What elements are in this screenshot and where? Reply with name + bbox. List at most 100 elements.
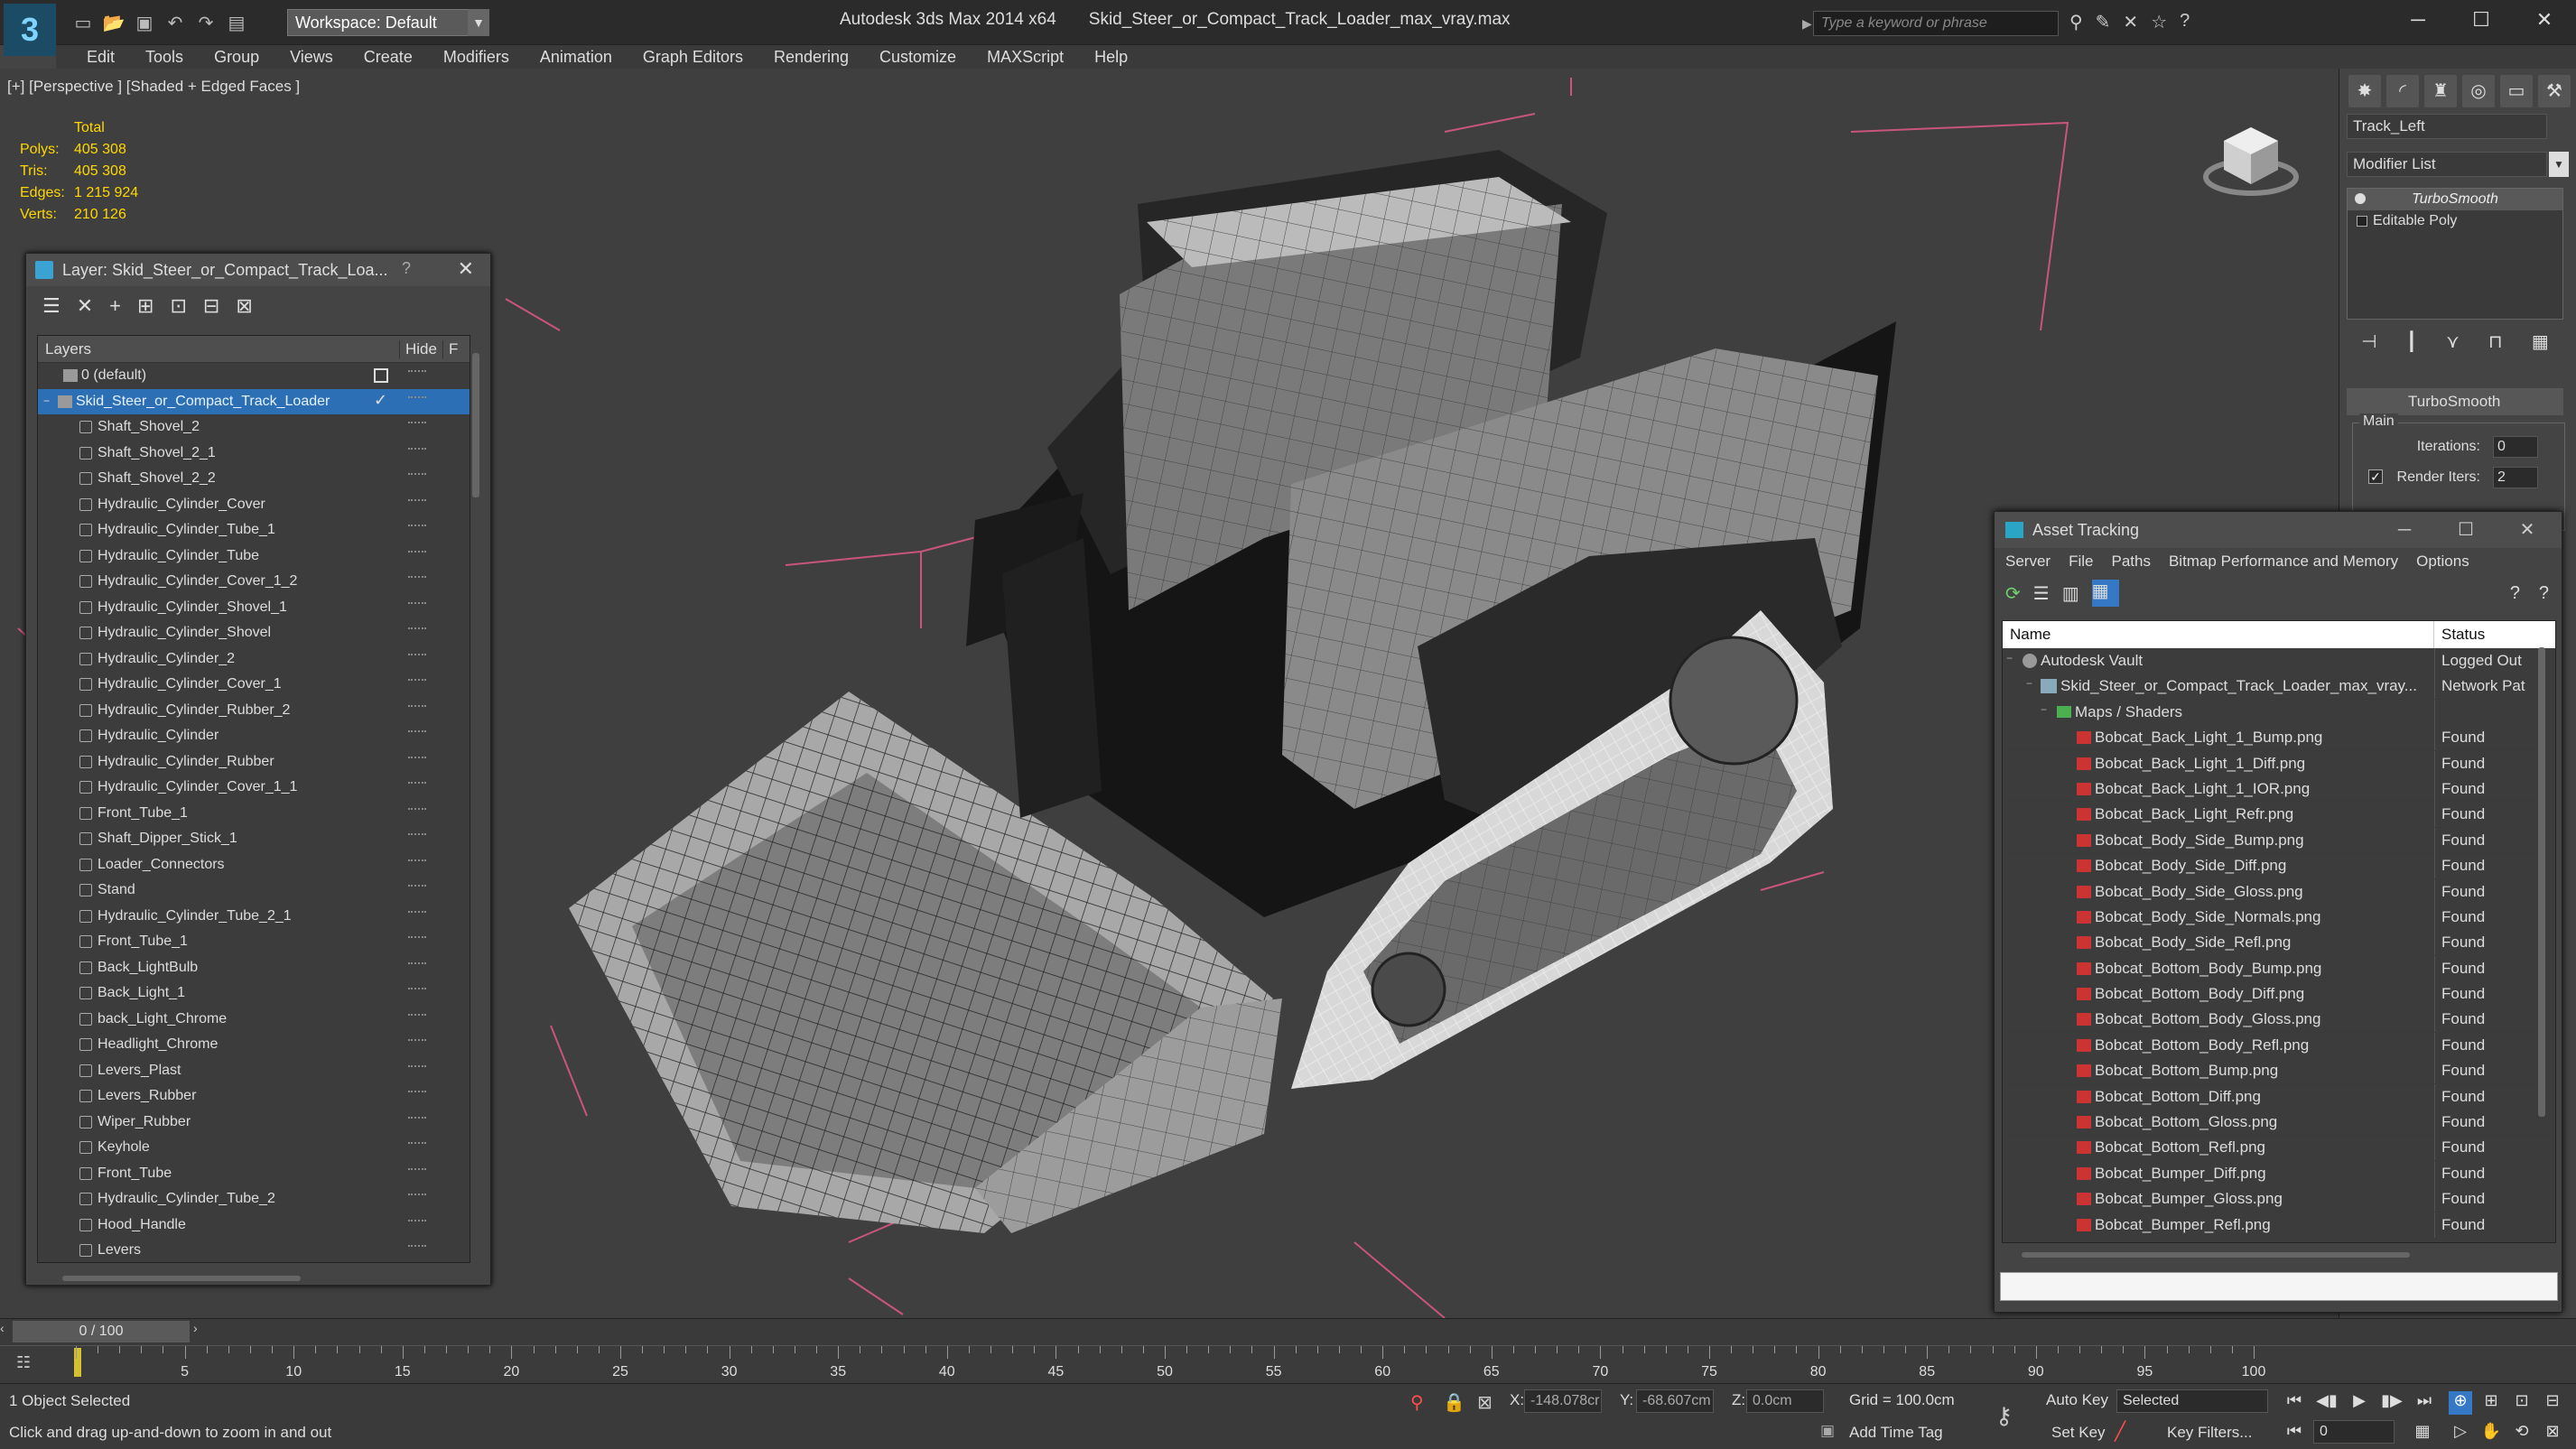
hide-toggle[interactable]	[408, 498, 426, 506]
hide-toggle[interactable]	[408, 961, 426, 970]
asset-row[interactable]: Bobcat_Body_Side_Diff.png Found	[2003, 853, 2555, 879]
layer-object-row[interactable]: Keyhole	[38, 1135, 470, 1161]
hide-toggle[interactable]	[408, 756, 426, 764]
maximize-icon[interactable]: ☐	[2450, 0, 2513, 40]
pan-icon[interactable]: ✋	[2479, 1422, 2503, 1445]
asset-row[interactable]: − Autodesk Vault Logged Out	[2003, 648, 2555, 674]
layer-object-row[interactable]: Hydraulic_Cylinder_Rubber_2	[38, 698, 470, 724]
next-frame-icon[interactable]: ›	[193, 1321, 198, 1335]
hide-toggle[interactable]	[408, 1013, 426, 1021]
asset-row[interactable]: Bobcat_Back_Light_1_Diff.png Found	[2003, 750, 2555, 776]
help-icon[interactable]: ?	[2510, 583, 2520, 604]
hide-toggle[interactable]	[408, 1116, 426, 1124]
layer-object-row[interactable]: Hood_Handle	[38, 1212, 470, 1239]
delete-icon[interactable]: ✕	[77, 294, 93, 318]
previous-frame-icon[interactable]: ◀▮	[2315, 1391, 2339, 1415]
hide-toggle[interactable]	[408, 988, 426, 995]
minimize-icon[interactable]: ─	[2386, 0, 2450, 40]
layer-object-row[interactable]: Shaft_Dipper_Stick_1	[38, 826, 470, 852]
minimize-icon[interactable]: ─	[2374, 512, 2435, 548]
layer-object-row[interactable]: Hydraulic_Cylinder_Tube_2	[38, 1186, 470, 1212]
menu-edit[interactable]: Edit	[72, 48, 131, 67]
undo-icon[interactable]: ↶	[163, 10, 188, 35]
menu-customize[interactable]: Customize	[865, 48, 972, 67]
add-time-tag[interactable]: Add Time Tag	[1849, 1424, 1943, 1442]
layer-object-row[interactable]: Hydraulic_Cylinder_Tube	[38, 543, 470, 570]
time-slider[interactable]: 0 / 100	[13, 1321, 190, 1342]
new-file-icon[interactable]: ▭	[70, 10, 96, 35]
expand-box-icon[interactable]	[2357, 216, 2367, 227]
save-icon[interactable]: ▣	[132, 10, 157, 35]
asset-row[interactable]: Bobcat_Back_Light_Refr.png Found	[2003, 802, 2555, 828]
asset-table[interactable]: Name Status − Autodesk Vault Logged Out − Sk…	[2002, 620, 2556, 1243]
hide-toggle[interactable]	[408, 1091, 426, 1098]
track-bar[interactable]: ☷ 5 10 15 20 25 30 35 40 45 50 55 60 65 70 75 80 85 90 95 1…	[0, 1345, 2576, 1383]
menu-group[interactable]: Group	[200, 48, 275, 67]
field-of-view-icon[interactable]: ▷	[2449, 1422, 2472, 1445]
layer-object-row[interactable]: back_Light_Chrome	[38, 1007, 470, 1033]
layer-object-row[interactable]: Hydraulic_Cylinder_Cover_1_1	[38, 775, 470, 801]
asset-row[interactable]: Bobcat_Bumper_Gloss.png Found	[2003, 1186, 2555, 1212]
key-filters-button[interactable]: Key Filters...	[2167, 1424, 2252, 1442]
redo-icon[interactable]: ↷	[193, 10, 219, 35]
vertical-scrollbar[interactable]	[2538, 647, 2545, 1117]
create-tab-icon[interactable]: ✸	[2348, 75, 2381, 107]
highlight-layer-icon[interactable]: ⊟	[203, 294, 219, 318]
menu-views[interactable]: Views	[275, 48, 349, 67]
modifier-stack[interactable]: TurboSmooth Editable Poly	[2347, 188, 2563, 320]
asset-row[interactable]: Bobcat_Body_Side_Refl.png Found	[2003, 930, 2555, 956]
column-name[interactable]: Name	[2003, 621, 2434, 648]
absolute-mode-icon[interactable]: ⊠	[1477, 1391, 1493, 1414]
hierarchy-tab-icon[interactable]: ♜	[2424, 75, 2457, 107]
favorites-icon[interactable]: ☆	[2151, 11, 2167, 33]
hide-toggle[interactable]	[408, 627, 426, 635]
add-selected-icon[interactable]: ⊞	[137, 294, 153, 318]
set-key-button[interactable]: Set Key	[2051, 1424, 2106, 1442]
asset-row[interactable]: − Maps / Shaders	[2003, 699, 2555, 726]
hide-toggle[interactable]	[408, 704, 426, 712]
communication-icon[interactable]: ✕	[2123, 11, 2138, 33]
hide-toggle[interactable]	[408, 422, 426, 429]
hide-toggle[interactable]	[408, 395, 426, 404]
modifier-stack-item[interactable]: TurboSmooth	[2348, 189, 2562, 210]
close-icon[interactable]: ✕	[2497, 512, 2558, 548]
hide-toggle[interactable]	[408, 679, 426, 686]
asset-row[interactable]: Bobcat_Body_Side_Bump.png Found	[2003, 827, 2555, 854]
asset-row[interactable]: Bobcat_Bottom_Body_Refl.png Found	[2003, 1032, 2555, 1059]
asset-tracking-titlebar[interactable]: Asset Tracking ─ ☐ ✕	[1995, 512, 2562, 548]
mini-curve-editor-icon[interactable]: ☷	[16, 1353, 42, 1375]
hide-toggle[interactable]	[408, 936, 426, 943]
column-hide[interactable]: Hide	[399, 339, 442, 358]
active-layer-check-icon[interactable]: ✓	[374, 391, 387, 410]
layer-explorer-panel[interactable]: Layer: Skid_Steer_or_Compact_Track_Loa..…	[25, 253, 491, 1286]
chevron-down-icon[interactable]: ▼	[468, 9, 489, 36]
layer-object-row[interactable]: Front_Tube_1	[38, 801, 470, 827]
object-name-field[interactable]: Track_Left	[2347, 114, 2547, 139]
remove-modifier-icon[interactable]: ⊓	[2488, 330, 2503, 361]
menu-options[interactable]: Options	[2416, 553, 2469, 571]
hide-toggle[interactable]	[408, 1142, 426, 1149]
asset-row[interactable]: Bobcat_Bottom_Body_Gloss.png Found	[2003, 1007, 2555, 1033]
hide-toggle[interactable]	[408, 730, 426, 738]
layer-object-row[interactable]: Hydraulic_Cylinder_Cover_1	[38, 672, 470, 698]
viewport-label[interactable]: [+] [Perspective ] [Shaded + Edged Faces…	[7, 78, 300, 96]
hide-toggle[interactable]	[408, 473, 426, 480]
column-status[interactable]: Status	[2434, 626, 2485, 644]
hide-toggle[interactable]	[408, 1167, 426, 1175]
layer-object-row[interactable]: Back_LightBulb	[38, 955, 470, 981]
isolate-icon[interactable]: ⚲	[1410, 1391, 1424, 1414]
key-mode-icon[interactable]: ⏮	[2283, 1422, 2306, 1445]
hide-toggle[interactable]	[408, 601, 426, 609]
pin-stack-icon[interactable]: ⊣	[2361, 330, 2376, 361]
hide-toggle[interactable]	[408, 576, 426, 583]
key-icon[interactable]: ⚷	[1995, 1402, 2013, 1430]
column-freeze[interactable]: F	[442, 339, 470, 358]
open-file-icon[interactable]: 📂	[101, 10, 126, 35]
layer-object-row[interactable]: Back_Light_1	[38, 980, 470, 1007]
refresh-icon[interactable]: ⟳	[2005, 582, 2021, 605]
hide-all-icon[interactable]: ⊠	[236, 294, 252, 318]
hide-toggle[interactable]	[408, 447, 426, 455]
orbit-icon[interactable]: ⟲	[2510, 1422, 2534, 1445]
horizontal-scrollbar[interactable]	[62, 1276, 301, 1281]
menu-create[interactable]: Create	[349, 48, 429, 67]
